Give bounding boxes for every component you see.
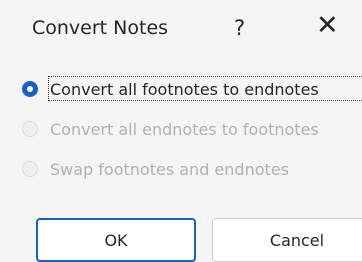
radio-selected-icon[interactable] xyxy=(22,81,38,97)
focus-indicator xyxy=(48,76,362,101)
radio-disabled-icon xyxy=(22,161,38,177)
option-convert-endnotes-to-footnotes: Convert all endnotes to footnotes xyxy=(22,117,319,141)
ok-button[interactable]: OK xyxy=(36,218,196,262)
radio-disabled-icon xyxy=(22,121,38,137)
option-label: Swap footnotes and endnotes xyxy=(50,159,289,179)
cancel-button[interactable]: Cancel xyxy=(212,218,362,262)
help-button[interactable]: ? xyxy=(234,16,245,40)
close-icon[interactable]: ✕ xyxy=(316,12,339,39)
option-label: Convert all endnotes to footnotes xyxy=(50,119,319,139)
dialog-title: Convert Notes xyxy=(32,17,169,39)
option-swap-footnotes-endnotes: Swap footnotes and endnotes xyxy=(22,157,289,181)
convert-notes-dialog: Convert Notes ? ✕ Convert all footnotes … xyxy=(0,0,362,262)
